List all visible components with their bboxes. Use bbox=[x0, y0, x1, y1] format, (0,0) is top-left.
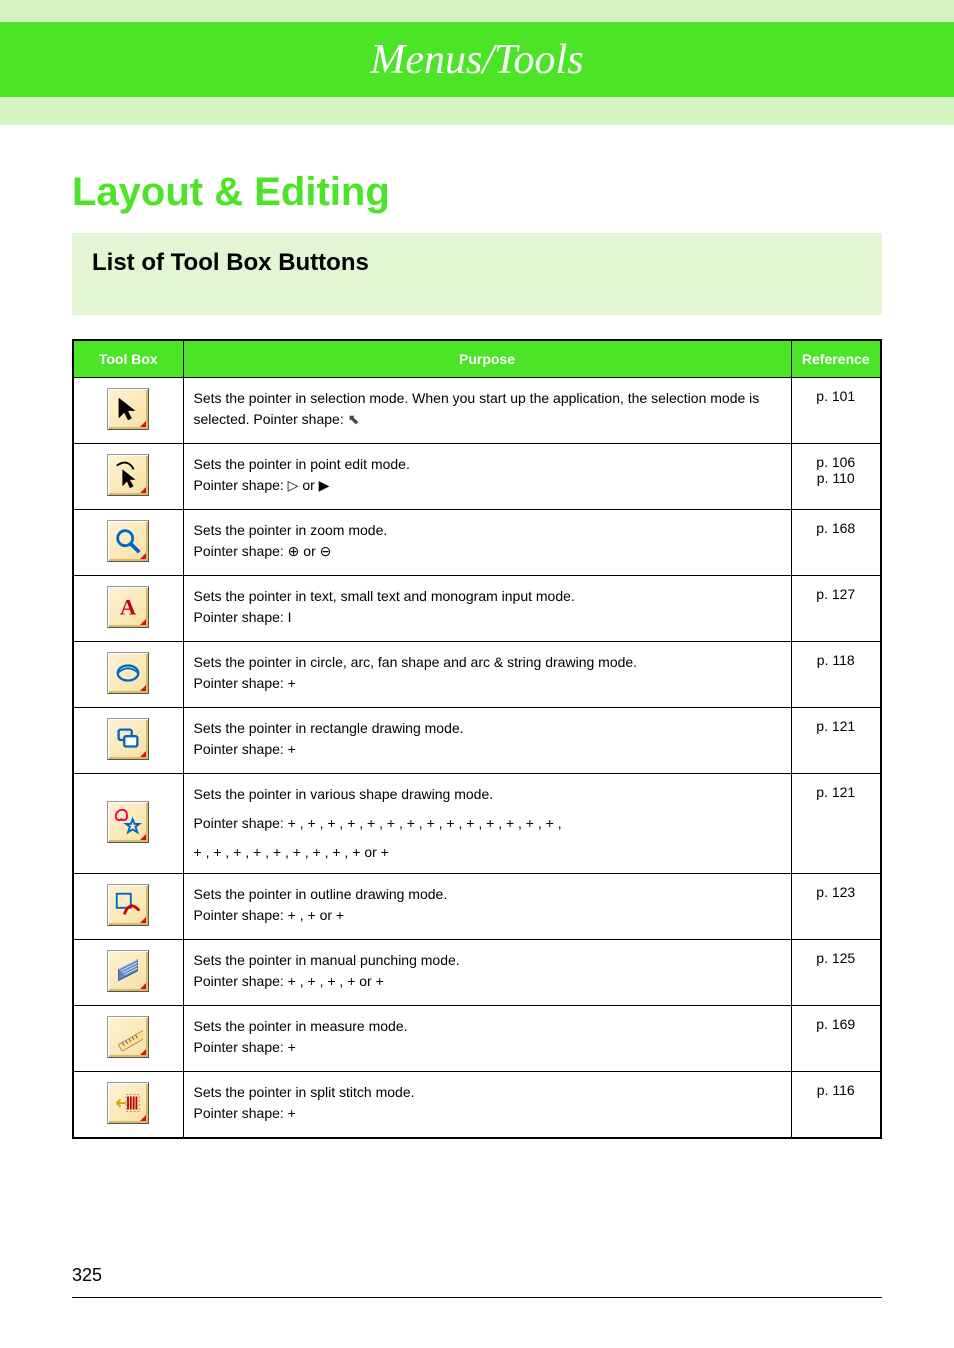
purpose-text: Sets the pointer in split stitch mode. bbox=[194, 1082, 781, 1103]
purpose-text: Pointer shape: + bbox=[194, 1037, 781, 1058]
col-header-toolbox: Tool Box bbox=[73, 340, 183, 378]
split-stitch-tool-icon bbox=[107, 1082, 149, 1124]
col-header-reference: Reference bbox=[791, 340, 881, 378]
reference-cell: p. 121 bbox=[791, 708, 881, 774]
purpose-text: Sets the pointer in outline drawing mode… bbox=[194, 884, 781, 905]
purpose-text: Pointer shape: + bbox=[194, 739, 781, 760]
purpose-cell: Sets the pointer in circle, arc, fan sha… bbox=[183, 642, 791, 708]
purpose-text: Sets the pointer in rectangle drawing mo… bbox=[194, 718, 781, 739]
reference-cell: p. 116 bbox=[791, 1072, 881, 1139]
purpose-text: Sets the pointer in zoom mode. bbox=[194, 520, 781, 541]
section-title: Layout & Editing bbox=[72, 170, 882, 215]
subsection-box: List of Tool Box Buttons bbox=[72, 233, 882, 315]
purpose-text: Sets the pointer in manual punching mode… bbox=[194, 950, 781, 971]
tool-icon-cell bbox=[73, 378, 183, 444]
col-header-purpose: Purpose bbox=[183, 340, 791, 378]
purpose-text: Pointer shape: + , + , + , + or + bbox=[194, 971, 781, 992]
purpose-text: Sets the pointer in various shape drawin… bbox=[194, 784, 781, 805]
table-row: A Sets the pointer in text, small text a… bbox=[73, 576, 881, 642]
tool-icon-cell: A bbox=[73, 576, 183, 642]
tool-icon-cell bbox=[73, 874, 183, 940]
purpose-text: Sets the pointer in selection mode. When… bbox=[194, 388, 781, 430]
purpose-cell: Sets the pointer in split stitch mode. P… bbox=[183, 1072, 791, 1139]
reference-cell: p. 101 bbox=[791, 378, 881, 444]
purpose-text: Sets the pointer in measure mode. bbox=[194, 1016, 781, 1037]
purpose-text: Sets the pointer in text, small text and… bbox=[194, 586, 781, 607]
zoom-tool-icon bbox=[107, 520, 149, 562]
reference-cell: p. 121 bbox=[791, 774, 881, 874]
table-row: Sets the pointer in rectangle drawing mo… bbox=[73, 708, 881, 774]
page: Menus/Tools Layout & Editing List of Too… bbox=[0, 0, 954, 1348]
table-row: Sets the pointer in outline drawing mode… bbox=[73, 874, 881, 940]
shapes-tool-icon bbox=[107, 801, 149, 843]
purpose-text: Pointer shape: ⊕ or ⊖ bbox=[194, 541, 781, 562]
purpose-text: Sets the pointer in point edit mode. bbox=[194, 454, 781, 475]
selection-tool-icon bbox=[107, 388, 149, 430]
banner-stripe: Menus/Tools bbox=[0, 22, 954, 97]
banner: Menus/Tools bbox=[0, 0, 954, 125]
page-number: 325 bbox=[72, 1265, 102, 1286]
purpose-text: Pointer shape: + , + or + bbox=[194, 905, 781, 926]
reference-cell: p. 123 bbox=[791, 874, 881, 940]
reference-cell: p. 169 bbox=[791, 1006, 881, 1072]
reference-cell: p. 168 bbox=[791, 510, 881, 576]
purpose-cell: Sets the pointer in zoom mode. Pointer s… bbox=[183, 510, 791, 576]
table-row: Sets the pointer in circle, arc, fan sha… bbox=[73, 642, 881, 708]
reference-cell: p. 127 bbox=[791, 576, 881, 642]
banner-title: Menus/Tools bbox=[370, 36, 583, 84]
table-header-row: Tool Box Purpose Reference bbox=[73, 340, 881, 378]
purpose-text: + , + , + , + , + , + , + , + , + or + bbox=[194, 842, 781, 863]
reference-cell: p. 125 bbox=[791, 940, 881, 1006]
purpose-cell: Sets the pointer in measure mode. Pointe… bbox=[183, 1006, 791, 1072]
tool-icon-cell bbox=[73, 642, 183, 708]
purpose-cell: Sets the pointer in text, small text and… bbox=[183, 576, 791, 642]
purpose-text: Pointer shape: ▷ or ▶ bbox=[194, 475, 781, 496]
pointer-glyph-icon: ⬉ bbox=[348, 411, 360, 427]
reference-cell: p. 118 bbox=[791, 642, 881, 708]
purpose-cell: Sets the pointer in various shape drawin… bbox=[183, 774, 791, 874]
subsection-title: List of Tool Box Buttons bbox=[92, 249, 862, 277]
text-tool-icon: A bbox=[107, 586, 149, 628]
purpose-text: Pointer shape: + bbox=[194, 1103, 781, 1124]
measure-tool-icon bbox=[107, 1016, 149, 1058]
purpose-text: Pointer shape: + bbox=[194, 673, 781, 694]
purpose-cell: Sets the pointer in rectangle drawing mo… bbox=[183, 708, 791, 774]
outline-tool-icon bbox=[107, 884, 149, 926]
point-edit-tool-icon bbox=[107, 454, 149, 496]
purpose-cell: Sets the pointer in selection mode. When… bbox=[183, 378, 791, 444]
table-row: Sets the pointer in manual punching mode… bbox=[73, 940, 881, 1006]
table-row: Sets the pointer in selection mode. When… bbox=[73, 378, 881, 444]
purpose-text: Pointer shape: I bbox=[194, 607, 781, 628]
content-area: Layout & Editing List of Tool Box Button… bbox=[0, 125, 954, 1139]
tool-icon-cell bbox=[73, 1072, 183, 1139]
reference-cell: p. 106 p. 110 bbox=[791, 444, 881, 510]
manual-punch-tool-icon bbox=[107, 950, 149, 992]
table-row: Sets the pointer in measure mode. Pointe… bbox=[73, 1006, 881, 1072]
svg-text:A: A bbox=[120, 595, 137, 620]
table-row: Sets the pointer in zoom mode. Pointer s… bbox=[73, 510, 881, 576]
purpose-cell: Sets the pointer in outline drawing mode… bbox=[183, 874, 791, 940]
footer-rule bbox=[72, 1297, 882, 1298]
purpose-cell: Sets the pointer in point edit mode. Poi… bbox=[183, 444, 791, 510]
purpose-text: Sets the pointer in circle, arc, fan sha… bbox=[194, 652, 781, 673]
tool-icon-cell bbox=[73, 1006, 183, 1072]
table-row: Sets the pointer in point edit mode. Poi… bbox=[73, 444, 881, 510]
tool-icon-cell bbox=[73, 940, 183, 1006]
table-row: Sets the pointer in various shape drawin… bbox=[73, 774, 881, 874]
tool-icon-cell bbox=[73, 444, 183, 510]
tool-icon-cell bbox=[73, 510, 183, 576]
toolbox-table: Tool Box Purpose Reference Sets the poin… bbox=[72, 339, 882, 1139]
table-row: Sets the pointer in split stitch mode. P… bbox=[73, 1072, 881, 1139]
circle-tool-icon bbox=[107, 652, 149, 694]
tool-icon-cell bbox=[73, 708, 183, 774]
rectangle-tool-icon bbox=[107, 718, 149, 760]
purpose-text: Pointer shape: + , + , + , + , + , + , +… bbox=[194, 813, 781, 834]
purpose-cell: Sets the pointer in manual punching mode… bbox=[183, 940, 791, 1006]
tool-icon-cell bbox=[73, 774, 183, 874]
